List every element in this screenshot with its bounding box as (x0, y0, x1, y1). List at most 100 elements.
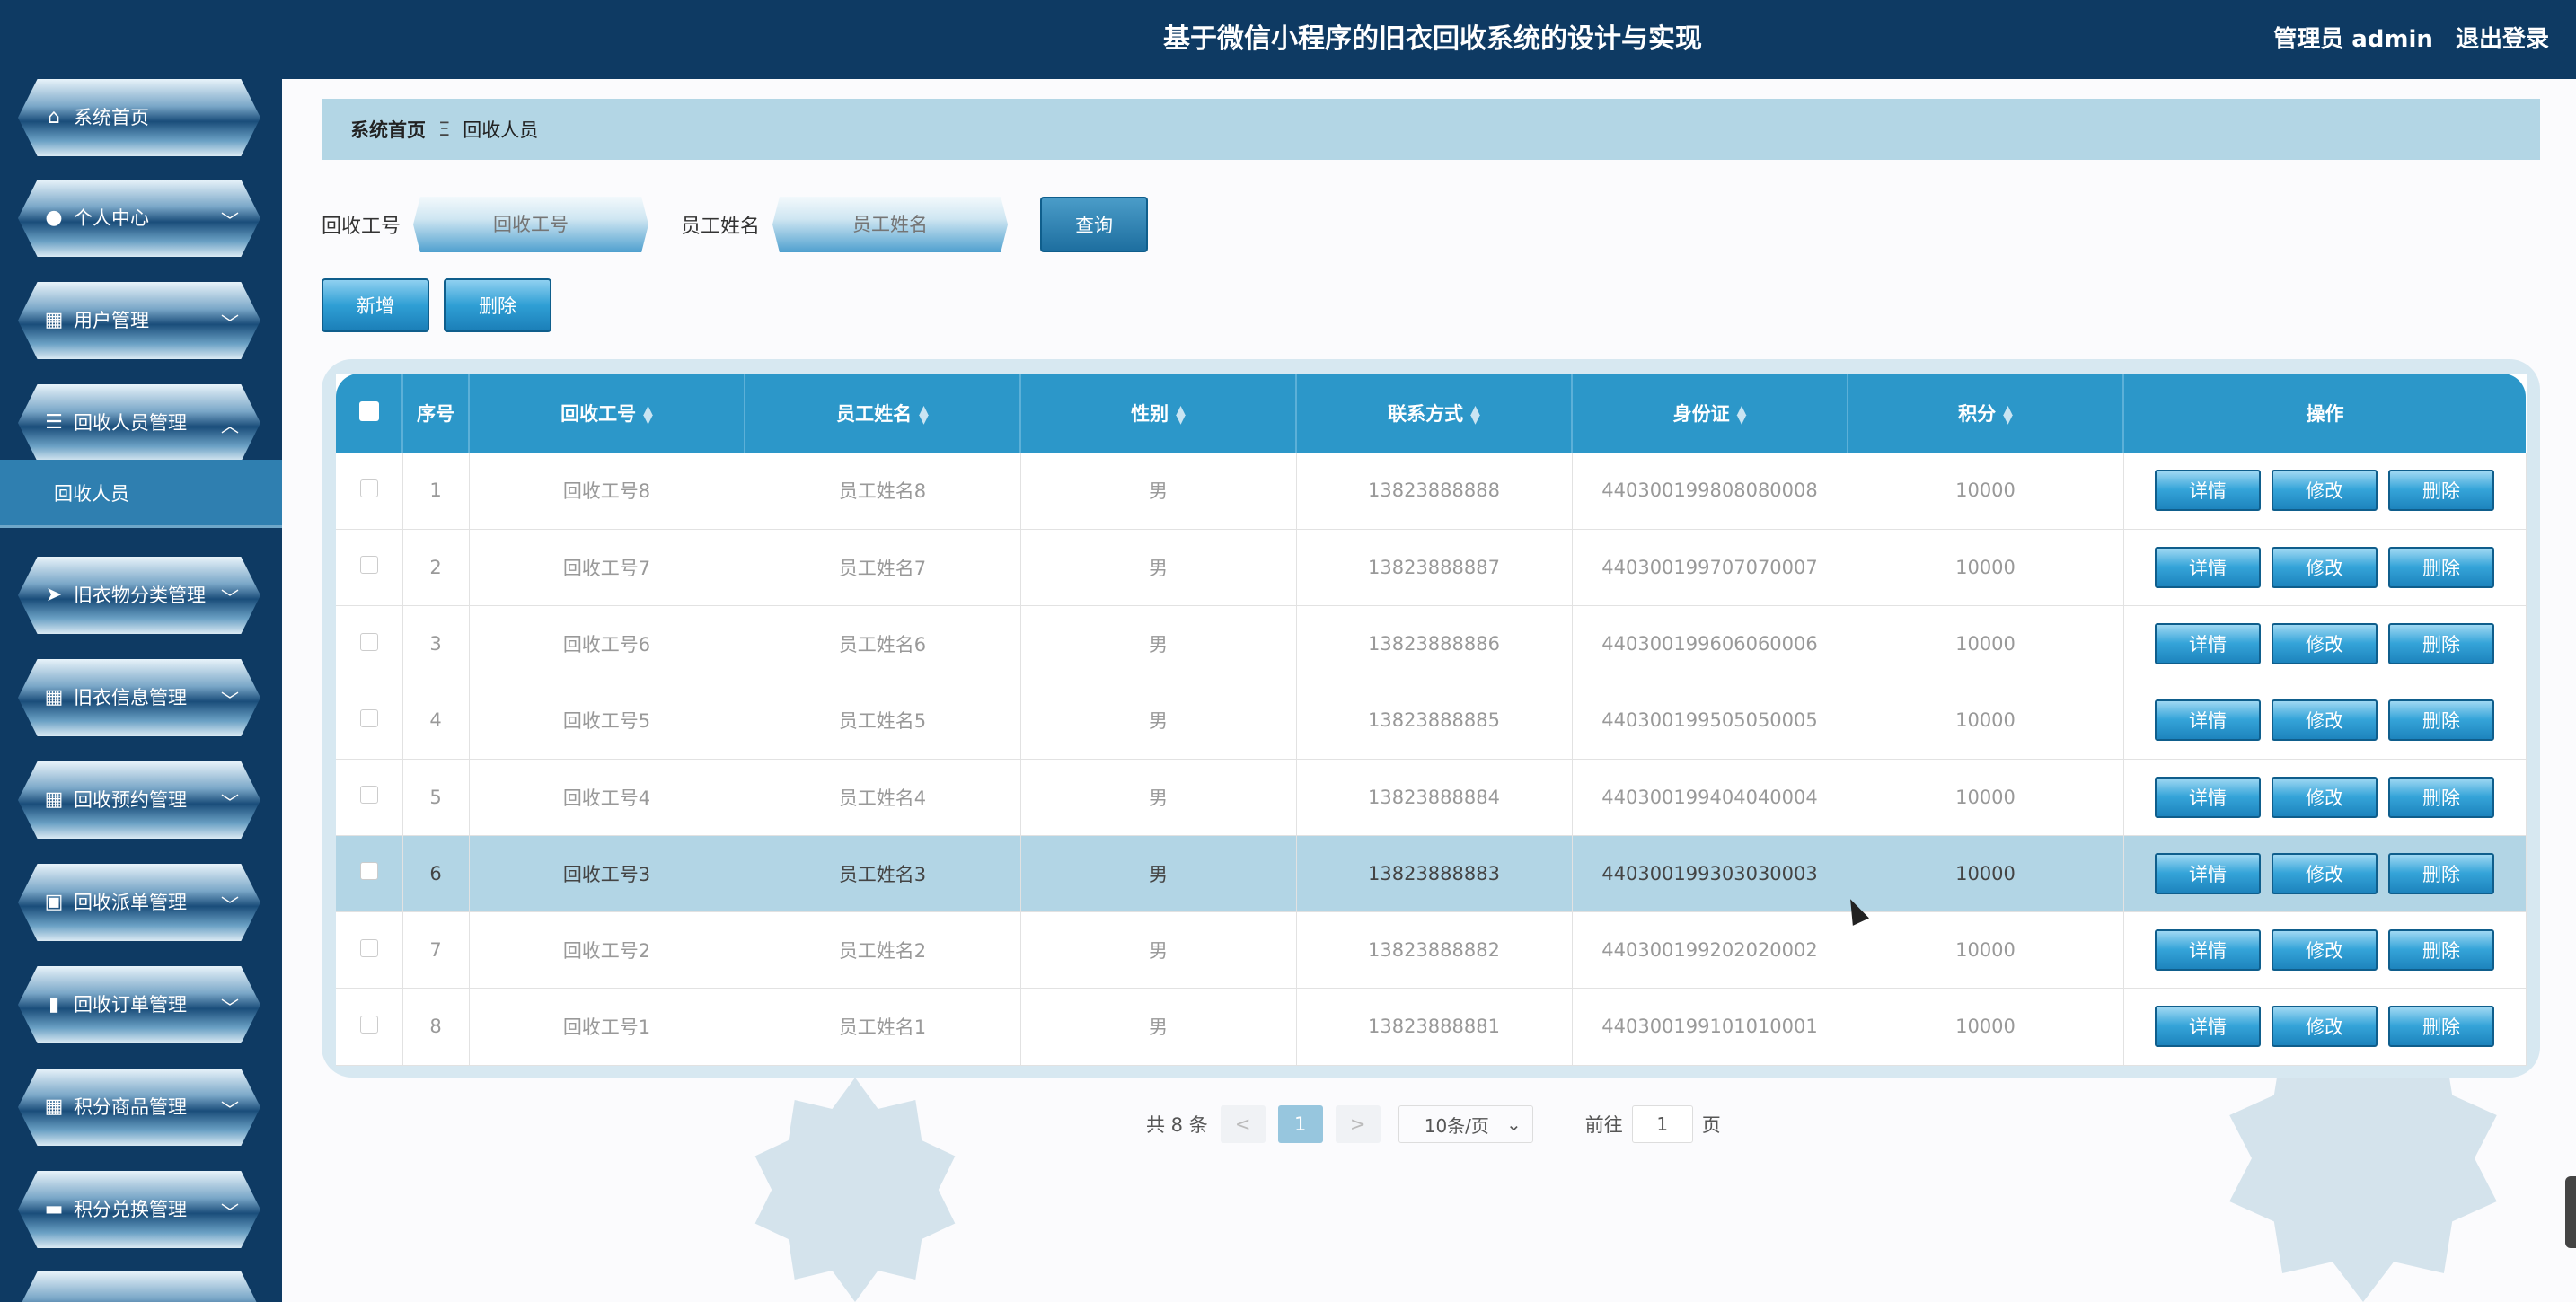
select-all-cell (336, 374, 403, 453)
sidebar-item[interactable]: ▦ 积分商品管理 ﹀ (18, 1069, 260, 1146)
delete-button[interactable]: 删除 (2388, 470, 2494, 512)
user-label: 管理员 admin (2273, 26, 2433, 53)
sidebar-item[interactable]: ▦ 回收预约管理 ﹀ (18, 761, 260, 839)
breadcrumb-home[interactable]: 系统首页 (350, 116, 426, 143)
sidebar-subitem-recycler[interactable]: 回收人员 (0, 460, 282, 528)
table-row[interactable]: 4 回收工号5 员工姓名5 男 13823888885 44030019950505000… (336, 682, 2527, 760)
sidebar-item[interactable]: ● 个人中心 ﹀ (18, 180, 260, 257)
sort-icon[interactable]: ▲ ▼ (1737, 404, 1747, 426)
delete-button[interactable]: 删除 (2388, 852, 2494, 894)
prev-page-button[interactable]: < (1220, 1105, 1266, 1143)
delete-button[interactable]: 删除 (2388, 776, 2494, 818)
select-all-checkbox[interactable] (358, 400, 379, 421)
sidebar-item-label: 积分兑换管理 (74, 1199, 187, 1220)
cell-id-card: 440300199606060006 (1572, 605, 1848, 683)
col-header-gender[interactable]: 性别 ▲ ▼ (1020, 374, 1297, 453)
row-checkbox[interactable] (359, 1015, 378, 1034)
sort-icon[interactable]: ▲ ▼ (1176, 404, 1186, 426)
edit-button[interactable]: 修改 (2272, 852, 2378, 894)
edit-button[interactable]: 修改 (2272, 1006, 2378, 1048)
sidebar-item[interactable]: ▬ 积分兑换管理 ﹀ (18, 1171, 260, 1248)
delete-button[interactable]: 删除 (2388, 1006, 2494, 1048)
delete-button[interactable]: 删除 (2388, 623, 2494, 665)
sort-icon[interactable]: ▲ ▼ (643, 404, 653, 426)
detail-button[interactable]: 详情 (2155, 470, 2261, 512)
edit-button[interactable]: 修改 (2272, 929, 2378, 972)
sidebar-item[interactable]: ▣ 回收派单管理 ﹀ (18, 864, 260, 941)
row-checkbox[interactable] (359, 479, 378, 497)
logout-link[interactable]: 退出登录 (2456, 26, 2549, 53)
row-select-cell (336, 911, 403, 990)
row-checkbox[interactable] (359, 862, 378, 881)
col-header-worker-no[interactable]: 回收工号 ▲ ▼ (469, 374, 745, 453)
detail-button[interactable]: 详情 (2155, 1006, 2261, 1048)
cell-name: 员工姓名7 (745, 529, 1021, 607)
edit-button[interactable]: 修改 (2272, 699, 2378, 742)
cell-phone: 13823888885 (1296, 682, 1573, 760)
table-row[interactable]: 5 回收工号4 员工姓名4 男 13823888884 44030019940404000… (336, 759, 2527, 836)
col-header-id-card[interactable]: 身份证 ▲ ▼ (1572, 374, 1848, 453)
next-page-button[interactable]: > (1335, 1105, 1381, 1143)
cell-name: 员工姓名3 (745, 835, 1021, 913)
edit-button[interactable]: 修改 (2272, 623, 2378, 665)
cell-index: 6 (402, 835, 470, 913)
chevron-down-icon: ﹀ (221, 690, 239, 711)
row-checkbox[interactable] (359, 938, 378, 957)
table-row[interactable]: 7 回收工号2 员工姓名2 男 13823888882 44030019920202000… (336, 911, 2527, 990)
detail-button[interactable]: 详情 (2155, 776, 2261, 818)
table-row[interactable]: 1 回收工号8 员工姓名8 男 13823888888 44030019980808000… (336, 453, 2527, 530)
sort-icon[interactable]: ▲ ▼ (1470, 404, 1480, 426)
sidebar-item[interactable]: ▦ 旧衣信息管理 ﹀ (18, 659, 260, 736)
grid-icon: ▦ (44, 1095, 64, 1118)
delete-button[interactable]: 删除 (2388, 929, 2494, 972)
sidebar-item[interactable]: ▮ 回收订单管理 ﹀ (18, 966, 260, 1043)
sidebar-item[interactable]: ➤ 旧衣物分类管理 ﹀ (18, 557, 260, 634)
sidebar-item-partial[interactable] (18, 1271, 260, 1302)
batch-delete-button[interactable]: 删除 (444, 278, 551, 332)
worker-no-input[interactable] (413, 197, 649, 252)
send-icon: ➤ (45, 584, 63, 606)
col-header-points[interactable]: 积分 ▲ ▼ (1848, 374, 2124, 453)
cell-gender: 男 (1020, 529, 1297, 607)
edit-button[interactable]: 修改 (2272, 470, 2378, 512)
side-scroll-handle[interactable] (2565, 1176, 2576, 1248)
add-button[interactable]: 新增 (322, 278, 429, 332)
cell-phone: 13823888888 (1296, 453, 1573, 530)
row-checkbox[interactable] (359, 786, 378, 805)
row-checkbox[interactable] (359, 632, 378, 651)
edit-button[interactable]: 修改 (2272, 776, 2378, 818)
cell-gender: 男 (1020, 453, 1297, 530)
row-checkbox[interactable] (359, 556, 378, 575)
table-row[interactable]: 3 回收工号6 员工姓名6 男 13823888886 44030019960606000… (336, 605, 2527, 683)
col-header-name[interactable]: 员工姓名 ▲ ▼ (745, 374, 1021, 453)
page-size-select[interactable]: 10条/页 ⌄ (1398, 1105, 1533, 1143)
query-button[interactable]: 查询 (1040, 197, 1149, 252)
page-number[interactable]: 1 (1277, 1105, 1323, 1143)
row-checkbox[interactable] (359, 708, 378, 727)
cell-id-card: 440300199101010001 (1572, 988, 1848, 1066)
table-row[interactable]: 6 回收工号3 员工姓名3 男 13823888883 44030019930303000… (336, 835, 2527, 913)
cell-id-card: 440300199404040004 (1572, 759, 1848, 836)
edit-button[interactable]: 修改 (2272, 546, 2378, 588)
delete-button[interactable]: 删除 (2388, 699, 2494, 742)
col-header-phone[interactable]: 联系方式 ▲ ▼ (1296, 374, 1573, 453)
detail-button[interactable]: 详情 (2155, 546, 2261, 588)
detail-button[interactable]: 详情 (2155, 929, 2261, 972)
app-title: 基于微信小程序的旧衣回收系统的设计与实现 (1163, 23, 1702, 55)
sort-icon[interactable]: ▲ ▼ (919, 404, 929, 426)
sidebar-item[interactable]: ☰ 回收人员管理 ︿ (18, 384, 260, 462)
table-row[interactable]: 2 回收工号7 员工姓名7 男 13823888887 44030019970707000… (336, 529, 2527, 607)
sidebar-item[interactable]: ⌂ 系统首页 (18, 79, 260, 156)
list-icon: ☰ (45, 411, 63, 434)
sidebar-item[interactable]: ▦ 用户管理 ﹀ (18, 282, 260, 359)
cell-actions: 详情 修改 删除 (2123, 453, 2527, 530)
row-select-cell (336, 682, 403, 760)
table-row[interactable]: 8 回收工号1 员工姓名1 男 13823888881 44030019910101000… (336, 988, 2527, 1066)
sort-icon[interactable]: ▲ ▼ (2003, 404, 2013, 426)
delete-button[interactable]: 删除 (2388, 546, 2494, 588)
detail-button[interactable]: 详情 (2155, 623, 2261, 665)
goto-page-input[interactable] (1631, 1105, 1693, 1143)
employee-name-input[interactable] (772, 197, 1009, 252)
detail-button[interactable]: 详情 (2155, 699, 2261, 742)
detail-button[interactable]: 详情 (2155, 852, 2261, 894)
